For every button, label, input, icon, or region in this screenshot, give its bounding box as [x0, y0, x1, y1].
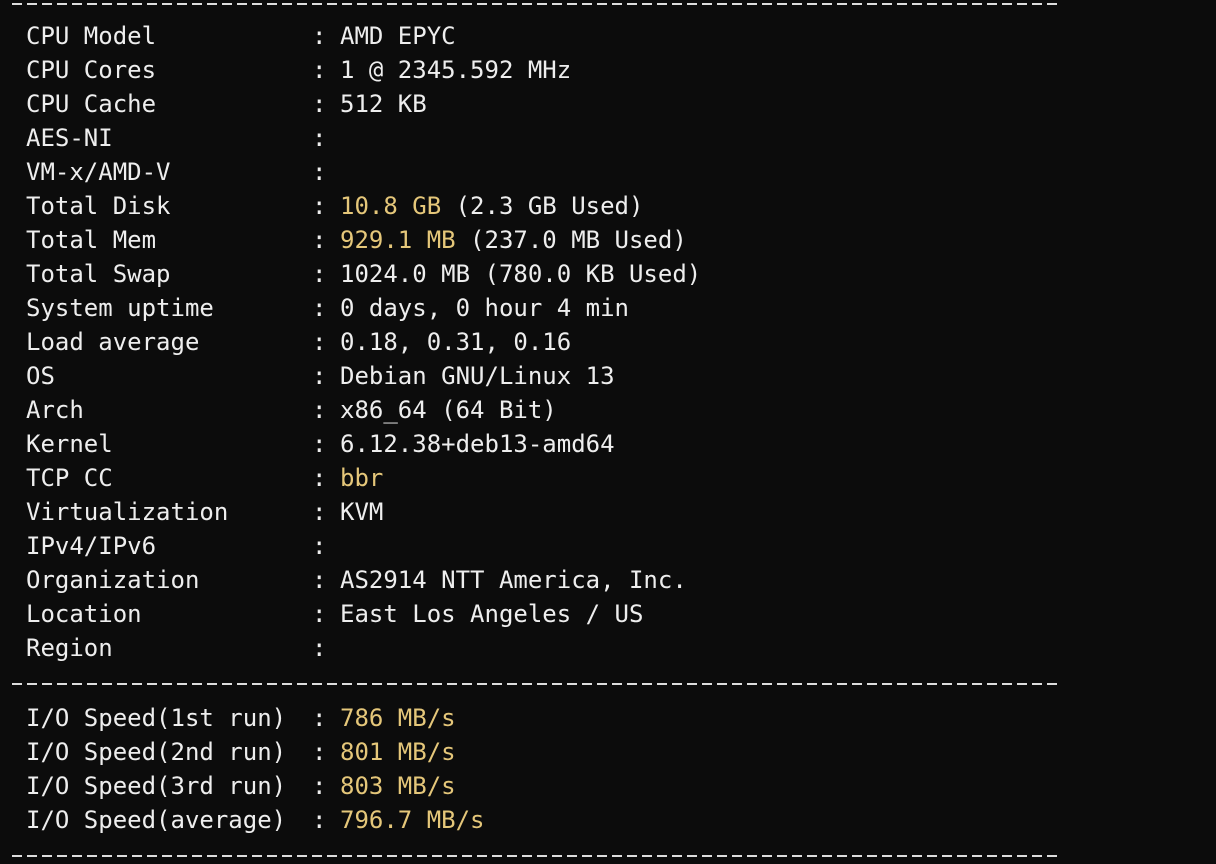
info-label: Virtualization [26, 498, 229, 526]
info-label: Arch [26, 396, 84, 424]
io-value: 801 MB/s [340, 738, 456, 766]
io-row-1st-run: I/O Speed(1st run):786 MB/s [26, 701, 456, 735]
info-label: VM-x/AMD-V [26, 158, 171, 186]
info-row-os: OS: Debian GNU/Linux 13 [26, 359, 615, 393]
info-row-total-disk: Total Disk:10.8 GB (2.3 GB Used) [26, 189, 643, 223]
io-value: 786 MB/s [340, 704, 456, 732]
info-row-total-swap: Total Swap:1024.0 MB (780.0 KB Used) [26, 257, 701, 291]
separator: : [312, 532, 327, 560]
separator: : [312, 772, 327, 800]
info-label: System uptime [26, 294, 214, 322]
info-label: Load average [26, 328, 200, 356]
separator: : [312, 90, 327, 118]
io-value: 796.7 MB/s [340, 806, 485, 834]
io-row-2nd-run: I/O Speed(2nd run):801 MB/s [26, 735, 456, 769]
io-row-average: I/O Speed(average):796.7 MB/s [26, 803, 485, 837]
info-value: 512 KB [340, 90, 427, 118]
separator: : [312, 158, 327, 186]
info-label: TCP CC [26, 464, 113, 492]
info-row-organization: Organization: AS2914 NTT America, Inc. [26, 563, 687, 597]
info-value: Debian GNU/Linux 13 [340, 362, 615, 390]
info-value-extra: (237.0 MB Used) [455, 226, 687, 254]
info-row-arch: Arch: x86_64 (64 Bit) [26, 393, 557, 427]
io-label: I/O Speed(average) [26, 806, 287, 834]
info-label: Total Swap [26, 260, 171, 288]
info-value: 1024.0 MB (780.0 KB Used) [340, 260, 702, 288]
info-value: AMD EPYC [340, 22, 456, 50]
separator: : [312, 738, 327, 766]
separator: : [312, 566, 327, 594]
info-value: AS2914 NTT America, Inc. [340, 566, 687, 594]
separator: : [312, 634, 327, 662]
separator: : [312, 22, 327, 50]
info-value: 10.8 GB [340, 192, 442, 220]
separator: : [312, 124, 327, 152]
io-label: I/O Speed(3rd run) [26, 772, 287, 800]
info-value: x86_64 (64 Bit) [340, 396, 557, 424]
io-value: 803 MB/s [340, 772, 456, 800]
info-row-tcp-cc: TCP CC: bbr [26, 461, 383, 495]
info-row-ipv4-ipv6: IPv4/IPv6: [26, 529, 340, 563]
info-label: Total Disk [26, 192, 171, 220]
separator: : [312, 294, 327, 322]
info-row-load-average: Load average:0.18, 0.31, 0.16 [26, 325, 571, 359]
info-value: 929.1 MB [340, 226, 456, 254]
divider-middle [12, 683, 1058, 685]
info-value: bbr [340, 464, 384, 492]
io-label: I/O Speed(2nd run) [26, 738, 287, 766]
info-label: Location [26, 600, 142, 628]
separator: : [312, 806, 327, 834]
separator: : [312, 192, 327, 220]
info-value: East Los Angeles / US [340, 600, 644, 628]
info-row-vmx: VM-x/AMD-V: [26, 155, 340, 189]
separator: : [312, 464, 327, 492]
info-row-region: Region: [26, 631, 340, 665]
info-label: IPv4/IPv6 [26, 532, 157, 560]
info-label: OS [26, 362, 55, 390]
info-row-location: Location: East Los Angeles / US [26, 597, 643, 631]
terminal-window: CPU Model: AMD EPYC CPU Cores:1 @ 2345.59… [0, 0, 1216, 864]
divider-bottom [12, 855, 1058, 857]
separator: : [312, 600, 327, 628]
info-value: 1 @ 2345.592 MHz [340, 56, 572, 84]
separator: : [312, 362, 327, 390]
info-row-cpu-cores: CPU Cores:1 @ 2345.592 MHz [26, 53, 571, 87]
info-value: KVM [340, 498, 384, 526]
info-value-extra: (2.3 GB Used) [441, 192, 644, 220]
separator: : [312, 396, 327, 424]
info-row-uptime: System uptime:0 days, 0 hour 4 min [26, 291, 629, 325]
separator: : [312, 430, 327, 458]
separator: : [312, 704, 327, 732]
info-value: 0 days, 0 hour 4 min [340, 294, 629, 322]
info-label: Organization [26, 566, 200, 594]
info-label: CPU Cache [26, 90, 157, 118]
separator: : [312, 226, 327, 254]
info-label: CPU Cores [26, 56, 157, 84]
info-value: 0.18, 0.31, 0.16 [340, 328, 572, 356]
io-label: I/O Speed(1st run) [26, 704, 287, 732]
info-row-cpu-model: CPU Model: AMD EPYC [26, 19, 456, 53]
info-row-aes-ni: AES-NI: [26, 121, 340, 155]
info-label: AES-NI [26, 124, 113, 152]
io-row-3rd-run: I/O Speed(3rd run):803 MB/s [26, 769, 456, 803]
info-label: Kernel [26, 430, 113, 458]
info-row-kernel: Kernel:6.12.38+deb13-amd64 [26, 427, 615, 461]
divider-top [12, 3, 1058, 5]
info-row-cpu-cache: CPU Cache:512 KB [26, 87, 427, 121]
info-value: 6.12.38+deb13-amd64 [340, 430, 615, 458]
info-row-virtualization: Virtualization: KVM [26, 495, 383, 529]
info-label: Region [26, 634, 113, 662]
separator: : [312, 260, 327, 288]
separator: : [312, 56, 327, 84]
info-label: Total Mem [26, 226, 157, 254]
separator: : [312, 498, 327, 526]
info-row-total-mem: Total Mem:929.1 MB (237.0 MB Used) [26, 223, 687, 257]
separator: : [312, 328, 327, 356]
info-label: CPU Model [26, 22, 157, 50]
